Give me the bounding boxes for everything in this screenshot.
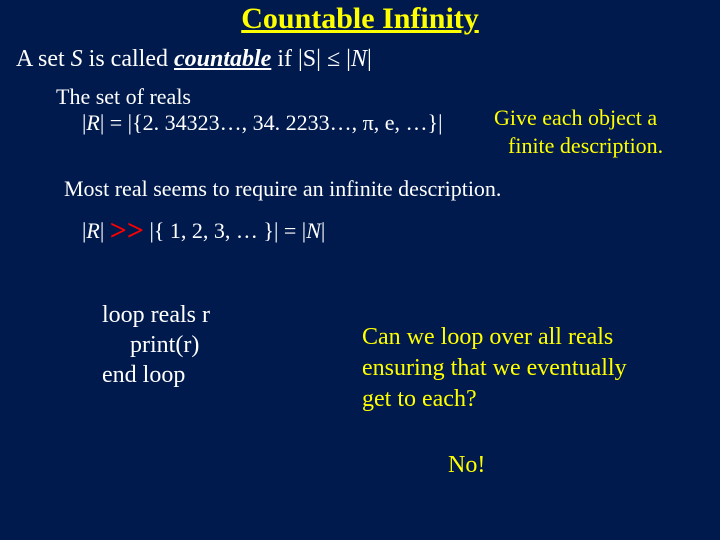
reals-rest: | = |{2. 34323…, 34. 2233…, π, e, …}|: [100, 110, 443, 135]
loop-line3: end loop: [102, 360, 210, 390]
loop-line1: loop reals r: [102, 300, 210, 330]
def-set-S: S: [71, 46, 83, 72]
slide: Countable Infinity A set S is called cou…: [0, 0, 720, 540]
reals-R: R: [86, 110, 99, 135]
def-text-post: |: [367, 46, 372, 72]
def-word-countable: countable: [174, 46, 271, 72]
loop-code-block: loop reals r print(r) end loop: [102, 300, 210, 390]
countable-definition: A set S is called countable if |S| ≤ |N|: [16, 46, 372, 73]
rline-end: |: [321, 218, 325, 243]
give-each-line2: finite description.: [494, 132, 663, 160]
canweloop-line1: Can we loop over all reals: [362, 322, 627, 353]
reals-equation: |R| = |{2. 34323…, 34. 2233…, π, e, …}|: [82, 110, 442, 136]
give-each-line1: Give each object a: [494, 104, 663, 132]
set-of-reals-label: The set of reals: [56, 84, 191, 110]
can-we-loop-question: Can we loop over all reals ensuring that…: [362, 322, 627, 416]
much-greater-than: >>: [110, 214, 144, 247]
canweloop-line2: ensuring that we eventually: [362, 353, 627, 384]
def-text-mid2: if |S| ≤ |: [271, 46, 351, 72]
def-text-mid1: is called: [83, 46, 174, 72]
slide-title: Countable Infinity: [0, 2, 720, 36]
loop-line2: print(r): [102, 330, 210, 360]
answer-no: No!: [448, 452, 485, 479]
cardinality-comparison: |R| >> |{ 1, 2, 3, … }| = |N|: [82, 214, 325, 248]
canweloop-line3: get to each?: [362, 384, 627, 415]
def-text-pre: A set: [16, 46, 71, 72]
give-each-note: Give each object a finite description.: [494, 104, 663, 159]
most-real-text: Most real seems to require an infinite d…: [64, 176, 501, 202]
rline-R: R: [86, 218, 99, 243]
rline-mid: |{ 1, 2, 3, … }| = |: [144, 218, 306, 243]
def-set-N: N: [351, 46, 367, 72]
rline-N: N: [306, 218, 321, 243]
rline-bar2: |: [100, 218, 110, 243]
